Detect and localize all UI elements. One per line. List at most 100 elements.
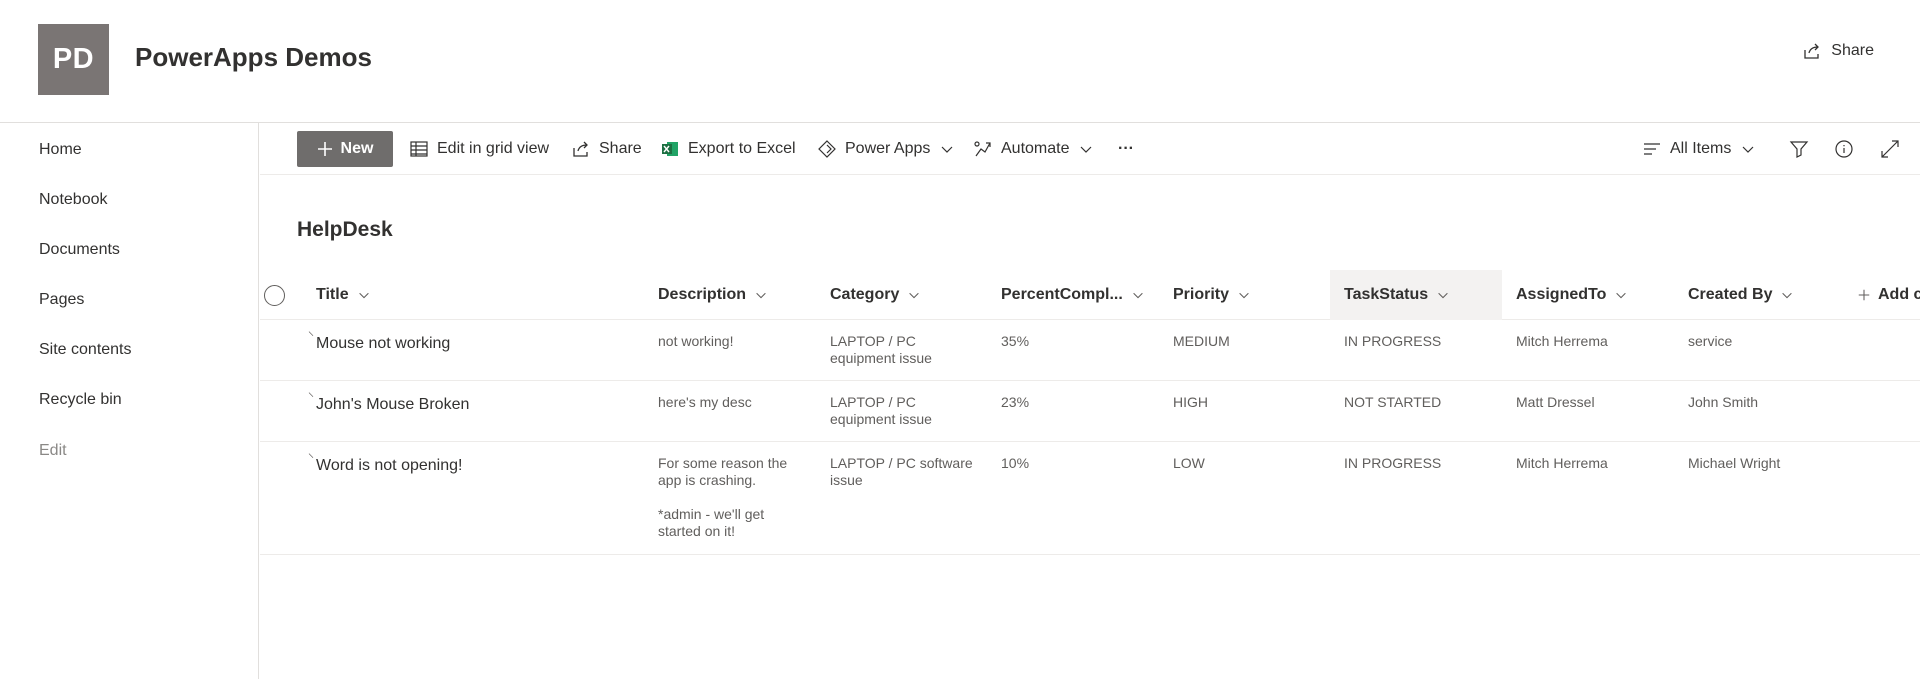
cell-percent-complete: 23% [1001, 394, 1030, 410]
left-nav: Home Notebook Documents Pages Site conte… [0, 123, 259, 679]
column-header-priority[interactable]: Priority [1173, 270, 1251, 320]
edit-grid-view-button[interactable]: Edit in grid view [410, 123, 549, 175]
chevron-down-icon [1740, 141, 1756, 157]
table-row[interactable]: ⸌ Word is not opening! For some reason t… [260, 442, 1920, 555]
cell-title[interactable]: John's Mouse Broken [316, 395, 469, 415]
select-all-checkbox[interactable] [264, 285, 285, 306]
table-row[interactable]: ⸌ Mouse not working not working! LAPTOP … [260, 320, 1920, 381]
nav-edit-link[interactable]: Edit [39, 442, 67, 460]
plus-icon [317, 141, 333, 157]
cell-category: LAPTOP / PC software issue [830, 455, 973, 488]
cell-category: LAPTOP / PC equipment issue [830, 394, 932, 427]
chevron-down-icon [1614, 288, 1628, 302]
column-header-task-status[interactable]: TaskStatus [1330, 270, 1502, 320]
column-header-created-by[interactable]: Created By [1688, 270, 1794, 320]
column-header-percent-complete[interactable]: PercentCompl... [1001, 270, 1145, 320]
edit-grid-view-label: Edit in grid view [437, 140, 550, 157]
cell-assigned-to: Mitch Herrema [1516, 333, 1608, 349]
cell-priority: LOW [1173, 455, 1205, 471]
column-header-label: AssignedTo [1516, 286, 1607, 303]
site-title[interactable]: PowerApps Demos [135, 42, 372, 73]
column-header-label: Priority [1173, 286, 1230, 303]
cell-task-status: IN PROGRESS [1344, 333, 1442, 349]
table-row[interactable]: ⸌ John's Mouse Broken here's my desc LAP… [260, 381, 1920, 442]
export-to-excel-button[interactable]: Export to Excel [661, 123, 796, 175]
cell-description: here's my desc [658, 394, 752, 410]
add-column-button[interactable]: Add c [1858, 270, 1920, 320]
new-item-icon: ⸌ [308, 329, 315, 343]
nav-item-recycle-bin[interactable]: Recycle bin [39, 391, 122, 409]
cell-created-by: service [1688, 333, 1733, 349]
column-header-category[interactable]: Category [830, 270, 921, 320]
chevron-down-icon [357, 288, 371, 302]
chevron-down-icon [1436, 288, 1450, 302]
new-item-icon: ⸌ [308, 390, 315, 404]
site-header: PD PowerApps Demos Share [0, 0, 1920, 123]
chevron-down-icon [754, 288, 768, 302]
filter-button[interactable] [1789, 123, 1809, 175]
chevron-down-icon [1780, 288, 1794, 302]
filter-icon [1789, 139, 1809, 159]
cell-title[interactable]: Word is not opening! [316, 456, 462, 476]
cell-assigned-to: Mitch Herrema [1516, 455, 1608, 471]
table-header-row: Title Description Category PercentCompl.… [260, 270, 1920, 320]
share-label: Share [599, 140, 642, 157]
chevron-down-icon [1131, 288, 1145, 302]
cell-created-by: Michael Wright [1688, 455, 1781, 471]
column-header-label: PercentCompl... [1001, 286, 1123, 303]
cell-priority: HIGH [1173, 394, 1208, 410]
expand-icon [1880, 139, 1900, 159]
nav-item-home[interactable]: Home [39, 141, 82, 159]
add-column-label: Add c [1878, 286, 1920, 303]
list-title: HelpDesk [297, 218, 393, 241]
nav-item-documents[interactable]: Documents [39, 241, 120, 259]
cell-percent-complete: 10% [1001, 455, 1030, 471]
new-button-label: New [340, 140, 374, 157]
chevron-down-icon [1237, 288, 1251, 302]
new-item-icon: ⸌ [308, 451, 315, 465]
nav-item-pages[interactable]: Pages [39, 291, 84, 309]
grid-icon [410, 140, 428, 158]
export-to-excel-label: Export to Excel [688, 140, 796, 157]
more-commands-button[interactable]: ··· [1118, 123, 1134, 175]
cell-task-status: IN PROGRESS [1344, 455, 1442, 471]
share-button[interactable]: Share [572, 123, 642, 175]
cell-priority: MEDIUM [1173, 333, 1230, 349]
nav-item-notebook[interactable]: Notebook [39, 191, 108, 209]
column-header-label: Description [658, 286, 747, 303]
chevron-down-icon [907, 288, 921, 302]
column-header-assigned-to[interactable]: AssignedTo [1516, 270, 1628, 320]
cell-description: not working! [658, 333, 734, 349]
power-apps-label: Power Apps [845, 140, 931, 157]
command-bar: New Edit in grid view Share Export to Ex… [260, 123, 1920, 175]
cell-description: For some reason the app is crashing. *ad… [658, 455, 788, 539]
view-selector-label: All Items [1670, 140, 1732, 157]
automate-menu[interactable]: Automate [974, 123, 1094, 175]
site-logo[interactable]: PD [38, 24, 109, 95]
column-header-label: TaskStatus [1344, 286, 1429, 303]
column-header-label: Created By [1688, 286, 1773, 303]
power-apps-menu[interactable]: Power Apps [818, 123, 955, 175]
expand-button[interactable] [1880, 123, 1900, 175]
view-selector[interactable]: All Items [1643, 123, 1756, 175]
cell-percent-complete: 35% [1001, 333, 1030, 349]
chevron-down-icon [1078, 141, 1094, 157]
automate-label: Automate [1001, 140, 1070, 157]
header-share-label: Share [1831, 42, 1874, 59]
column-header-description[interactable]: Description [658, 270, 768, 320]
info-button[interactable] [1834, 123, 1854, 175]
view-lines-icon [1643, 140, 1661, 158]
nav-item-site-contents[interactable]: Site contents [39, 341, 132, 359]
share-icon [1803, 42, 1821, 60]
cell-category: LAPTOP / PC equipment issue [830, 333, 932, 366]
cell-assigned-to: Matt Dressel [1516, 394, 1595, 410]
cell-title[interactable]: Mouse not working [316, 334, 450, 354]
share-icon [572, 140, 590, 158]
plus-icon [1858, 289, 1870, 301]
column-header-label: Category [830, 286, 900, 303]
new-button[interactable]: New [297, 131, 393, 167]
cell-task-status: NOT STARTED [1344, 394, 1442, 410]
column-header-title[interactable]: Title [316, 270, 371, 320]
header-share-button[interactable]: Share [1803, 42, 1874, 60]
info-icon [1834, 139, 1854, 159]
